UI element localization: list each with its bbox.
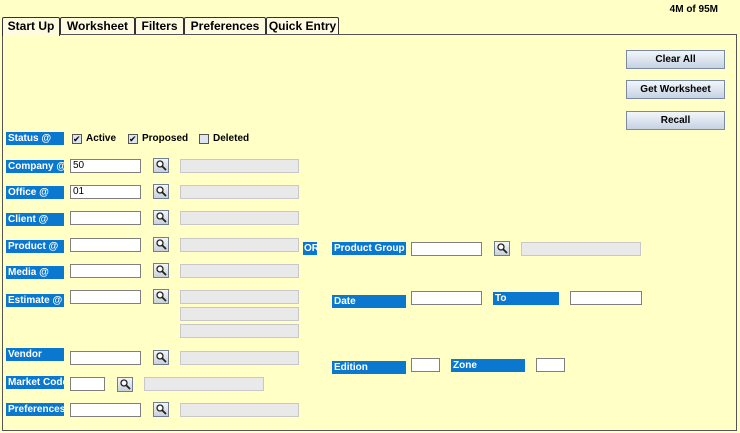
preferences-label: Preferences	[6, 403, 64, 416]
magnifier-icon	[156, 160, 167, 171]
product-group-label: Product Group @	[332, 242, 406, 255]
preferences-input[interactable]	[70, 403, 141, 417]
estimate-label: Estimate @	[6, 294, 64, 307]
active-label: Active	[86, 133, 117, 144]
product-group-lookup-button[interactable]	[494, 241, 510, 256]
market-code-label: Market Code	[6, 376, 64, 389]
company-input[interactable]: 50	[70, 159, 141, 173]
preferences-lookup-button[interactable]	[153, 402, 169, 417]
zone-input[interactable]	[536, 358, 565, 372]
deleted-checkbox[interactable]: Deleted	[199, 133, 249, 144]
zone-label: Zone	[451, 359, 525, 372]
client-input[interactable]	[70, 211, 141, 225]
office-lookup-button[interactable]	[153, 184, 169, 199]
date-from-input[interactable]	[411, 291, 482, 305]
estimate-input[interactable]	[70, 290, 141, 304]
preferences-description	[180, 403, 299, 417]
media-lookup-button[interactable]	[153, 263, 169, 278]
magnifier-icon	[497, 243, 508, 254]
estimate-description-3	[180, 324, 299, 338]
product-label: Product @	[6, 240, 64, 253]
tab-preferences[interactable]: Preferences	[184, 17, 266, 35]
proposed-checkbox[interactable]: Proposed	[128, 133, 188, 144]
edition-input[interactable]	[411, 358, 440, 372]
vendor-description	[180, 351, 299, 365]
date-label: Date	[332, 295, 406, 308]
vendor-lookup-button[interactable]	[153, 350, 169, 365]
client-label: Client @	[6, 213, 64, 226]
office-description	[180, 185, 299, 199]
or-label: OR	[303, 242, 317, 255]
active-checkbox[interactable]: Active	[72, 133, 116, 144]
office-input[interactable]: 01	[70, 185, 141, 199]
edition-label: Edition	[332, 361, 406, 374]
recall-button[interactable]: Recall	[626, 111, 725, 130]
to-label: To	[493, 292, 559, 305]
company-label: Company @	[6, 160, 64, 173]
active-check-icon	[72, 133, 82, 144]
get-worksheet-button[interactable]: Get Worksheet	[626, 80, 725, 99]
magnifier-icon	[156, 404, 167, 415]
company-lookup-button[interactable]	[153, 158, 169, 173]
magnifier-icon	[156, 265, 167, 276]
deleted-label: Deleted	[213, 133, 250, 144]
vendor-label: Vendor	[6, 348, 64, 361]
status-label: Status @	[6, 132, 64, 145]
estimate-description-2	[180, 307, 299, 321]
media-description	[180, 264, 299, 278]
product-group-description	[521, 242, 641, 256]
magnifier-icon	[156, 212, 167, 223]
market-code-lookup-button[interactable]	[117, 377, 133, 392]
memory-indicator: 4M of 95M	[669, 4, 718, 15]
product-description	[180, 238, 299, 252]
estimate-description-1	[180, 290, 299, 304]
vendor-input[interactable]	[70, 351, 141, 365]
tab-filters[interactable]: Filters	[135, 17, 184, 35]
product-lookup-button[interactable]	[153, 237, 169, 252]
proposed-check-icon	[128, 133, 138, 144]
client-lookup-button[interactable]	[153, 210, 169, 225]
market-code-input[interactable]	[70, 377, 105, 391]
office-label: Office @	[6, 186, 64, 199]
product-group-input[interactable]	[411, 242, 482, 256]
media-input[interactable]	[70, 264, 141, 278]
client-description	[180, 211, 299, 225]
deleted-check-icon	[199, 133, 209, 144]
company-description	[180, 159, 299, 173]
tab-worksheet[interactable]: Worksheet	[60, 17, 135, 35]
date-to-input[interactable]	[570, 291, 642, 305]
tab-start-up[interactable]: Start Up	[2, 17, 60, 36]
magnifier-icon	[156, 291, 167, 302]
proposed-label: Proposed	[142, 133, 189, 144]
magnifier-icon	[156, 352, 167, 363]
clear-all-button[interactable]: Clear All	[626, 50, 725, 69]
estimate-lookup-button[interactable]	[153, 289, 169, 304]
tab-quick-entry[interactable]: Quick Entry	[266, 17, 339, 35]
magnifier-icon	[156, 186, 167, 197]
product-input[interactable]	[70, 238, 141, 252]
media-label: Media @	[6, 266, 64, 279]
magnifier-icon	[120, 379, 131, 390]
market-code-description	[144, 377, 264, 391]
magnifier-icon	[156, 239, 167, 250]
